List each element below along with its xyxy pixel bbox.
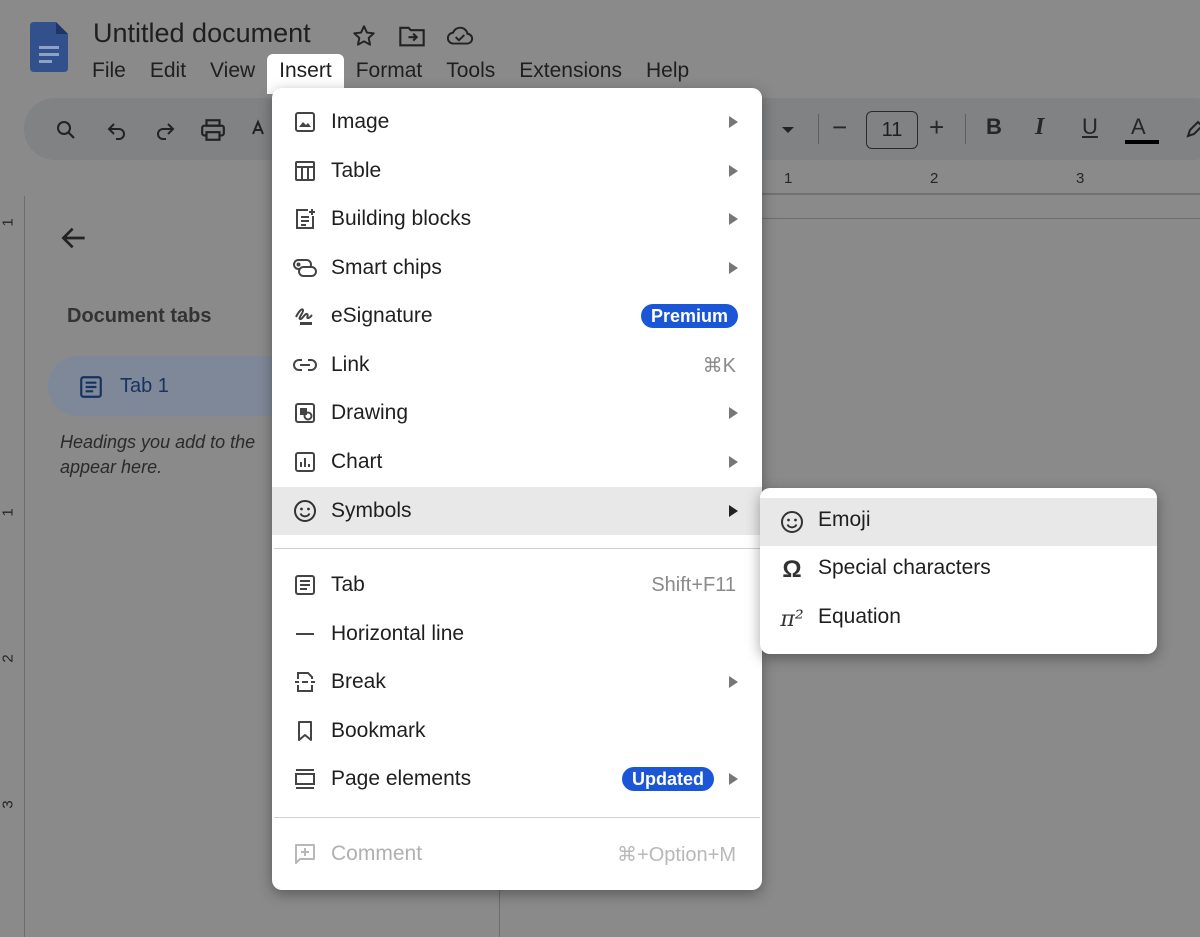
add-comment-icon [292, 841, 318, 867]
submenu-arrow-icon [729, 165, 738, 177]
ruler-mark: 1 [0, 508, 17, 517]
menu-item-tab[interactable]: Tab Shift+F11 [272, 561, 762, 609]
menu-divider [274, 548, 760, 549]
sidebar-hint: Headings you add to the appear here. [60, 432, 256, 477]
submenu-arrow-icon [729, 262, 738, 274]
text-color-button[interactable]: A [1131, 114, 1146, 140]
submenu-arrow-icon [729, 116, 738, 128]
updated-badge: Updated [622, 767, 714, 791]
submenu-item-special-characters[interactable]: Ω Special characters [760, 546, 1157, 594]
menu-item-page-elements[interactable]: Page elements Updated [272, 755, 762, 803]
submenu-item-emoji[interactable]: Emoji [760, 498, 1157, 546]
ruler-mark: 3 [0, 800, 17, 809]
ruler-mark: 1 [0, 218, 17, 227]
horizontal-line-icon [292, 621, 318, 647]
increase-font-size-button[interactable]: + [929, 112, 944, 143]
highlight-pen-icon[interactable] [1180, 116, 1200, 144]
docs-logo-icon[interactable] [30, 22, 68, 72]
toolbar-divider [965, 114, 966, 144]
omega-icon: Ω [782, 556, 802, 583]
menu-item-horizontal-line[interactable]: Horizontal line [272, 610, 762, 658]
submenu-arrow-icon [729, 456, 738, 468]
document-tab-label: Tab 1 [120, 375, 169, 397]
menu-help[interactable]: Help [634, 54, 701, 88]
menu-item-drawing[interactable]: Drawing [272, 389, 762, 437]
move-folder-icon[interactable] [398, 22, 426, 50]
menu-item-bookmark[interactable]: Bookmark [272, 707, 762, 755]
chevron-down-icon[interactable] [774, 116, 802, 144]
menu-view[interactable]: View [198, 54, 267, 88]
menu-item-symbols[interactable]: Symbols [272, 487, 762, 535]
emoji-icon [778, 509, 806, 535]
bold-button[interactable]: B [986, 114, 1002, 140]
chart-icon [292, 449, 318, 475]
drawing-icon [292, 400, 318, 426]
ruler-mark: 2 [0, 654, 17, 663]
vertical-ruler[interactable]: 1 1 2 3 [0, 196, 24, 937]
menu-extensions[interactable]: Extensions [507, 54, 634, 88]
menu-file[interactable]: File [80, 54, 138, 88]
bookmark-icon [292, 718, 318, 744]
submenu-item-equation[interactable]: π² Equation [760, 595, 1157, 643]
sidebar-title: Document tabs [67, 305, 212, 327]
break-icon [292, 669, 318, 695]
pi-icon: π² [780, 606, 804, 632]
smart-chips-icon [292, 255, 318, 281]
table-icon [292, 158, 318, 184]
submenu-arrow-icon [729, 676, 738, 688]
building-blocks-icon [292, 206, 318, 232]
menu-tools[interactable]: Tools [434, 54, 507, 88]
menu-format[interactable]: Format [344, 54, 435, 88]
menu-item-comment: Comment ⌘+Option+M [272, 830, 762, 878]
menubar: File Edit View Insert Format Tools Exten… [80, 54, 701, 94]
document-title[interactable]: Untitled document [93, 18, 311, 49]
back-arrow-icon[interactable] [58, 222, 90, 254]
shortcut-label: ⌘+Option+M [617, 843, 736, 866]
ruler-mark: 2 [930, 170, 939, 187]
document-tab-icon [78, 374, 104, 400]
ruler-mark: 1 [784, 170, 793, 187]
search-icon[interactable] [52, 116, 80, 144]
menu-edit[interactable]: Edit [138, 54, 198, 88]
underline-button[interactable]: U [1082, 114, 1098, 140]
premium-badge: Premium [640, 304, 738, 328]
menu-item-chart[interactable]: Chart [272, 438, 762, 486]
insert-menu: Image Table Building blocks Smart chips … [272, 88, 762, 890]
menu-item-esignature[interactable]: eSignature Premium [272, 292, 762, 340]
toolbar-divider [818, 114, 819, 144]
menu-item-break[interactable]: Break [272, 658, 762, 706]
redo-icon[interactable] [151, 116, 179, 144]
menu-divider [274, 817, 760, 818]
menu-item-image[interactable]: Image [272, 98, 762, 146]
image-icon [292, 109, 318, 135]
submenu-arrow-icon [729, 213, 738, 225]
shortcut-label: Shift+F11 [651, 573, 736, 596]
tab-icon [292, 572, 318, 598]
undo-icon[interactable] [103, 116, 131, 144]
ruler-mark: 3 [1076, 170, 1085, 187]
page-elements-icon [292, 766, 318, 792]
submenu-arrow-icon [729, 407, 738, 419]
menu-item-table[interactable]: Table [272, 147, 762, 195]
decrease-font-size-button[interactable]: − [832, 112, 847, 143]
shortcut-label: ⌘K [702, 354, 736, 377]
menu-item-link[interactable]: Link ⌘K [272, 341, 762, 389]
cloud-status-icon[interactable] [446, 22, 474, 50]
text-color-swatch [1125, 140, 1159, 144]
emoji-icon [292, 498, 318, 524]
print-icon[interactable] [199, 116, 227, 144]
signature-icon [292, 303, 318, 329]
symbols-submenu: Emoji Ω Special characters π² Equation [760, 488, 1157, 654]
menu-item-smart-chips[interactable]: Smart chips [272, 244, 762, 292]
font-size-input[interactable]: 11 [866, 111, 918, 149]
menu-item-building-blocks[interactable]: Building blocks [272, 195, 762, 243]
italic-button[interactable]: I [1035, 114, 1044, 141]
submenu-arrow-icon [729, 505, 738, 517]
link-icon [292, 352, 318, 378]
star-icon[interactable] [350, 22, 378, 50]
submenu-arrow-icon [729, 773, 738, 785]
